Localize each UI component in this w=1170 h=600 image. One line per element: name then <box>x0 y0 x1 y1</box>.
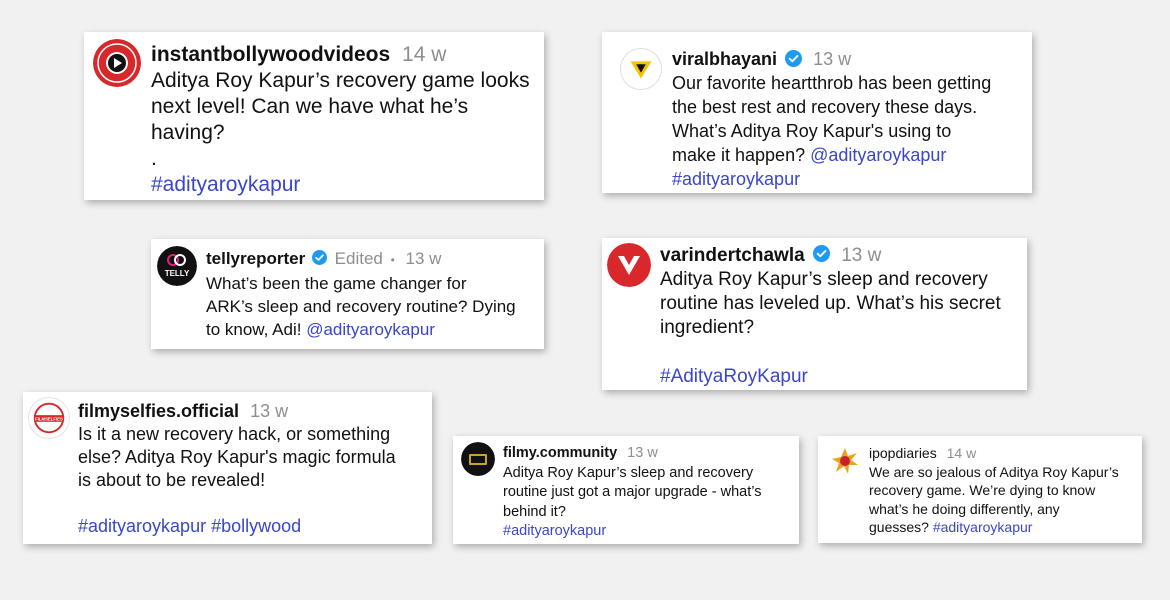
comment-text-line: the best rest and recovery these days. <box>672 97 978 117</box>
username[interactable]: instantbollywoodvideos <box>151 43 390 66</box>
username[interactable]: ipopdiaries <box>869 445 937 461</box>
avatar[interactable] <box>830 446 860 476</box>
verified-badge-icon <box>785 49 803 67</box>
comment-text-line: recovery game. We’re dying to know <box>869 482 1096 498</box>
comment-text-line: What’s Aditya Roy Kapur's using to <box>672 121 952 141</box>
comment-card-ipopdiaries: ipopdiaries 14 w We are so jealous of Ad… <box>818 436 1142 543</box>
avatar-text: TELLY <box>165 269 190 278</box>
comment-text-line: next level! Can we have what he’s <box>151 95 469 118</box>
timestamp[interactable]: 14 w <box>402 43 446 66</box>
comment-card-varindertchawla: varindertchawla 13 w Aditya Roy Kapur’s … <box>602 238 1027 390</box>
mention-link[interactable]: @adityaroykapur <box>306 320 435 339</box>
comment-card-viralbhayani: viralbhayani 13 w Our favorite heartthro… <box>602 32 1032 193</box>
comment-text-line: routine just got a major upgrade - what’… <box>503 484 762 500</box>
comment-text-line: guesses? #adityaroykapur <box>869 519 1033 535</box>
hashtag-link[interactable]: #adityaroykapur <box>151 172 530 198</box>
comment-text-line: What’s been the game changer for <box>206 274 467 293</box>
comment-text-line: Aditya Roy Kapur’s sleep and recovery <box>660 269 988 290</box>
comment-text-line: Is it a new recovery hack, or something <box>78 424 391 444</box>
comment-card-filmy-community: filmy.community 13 w Aditya Roy Kapur’s … <box>453 436 799 544</box>
comment-text-line: ingredient? <box>660 317 755 338</box>
comment-text-line: Aditya Roy Kapur’s recovery game looks <box>151 69 530 92</box>
filmy-selfies-logo-icon: FILMSELFIES <box>29 398 69 438</box>
viral-bhayani-logo-icon <box>621 49 661 89</box>
hashtag-link[interactable]: #adityaroykapur #bollywood <box>78 515 396 538</box>
avatar-text: FILMSELFIES <box>35 416 63 421</box>
avatar[interactable]: TELLY <box>157 246 197 286</box>
timestamp[interactable]: 13 w <box>813 49 851 69</box>
comment-text-line: routine has leveled up. What’s his secre… <box>660 293 1001 314</box>
hashtag-link[interactable]: #adityaroykapur <box>933 519 1033 535</box>
varinder-chawla-logo-icon <box>607 243 651 287</box>
instant-bollywood-logo-icon <box>93 39 141 87</box>
comment-text-line: make it happen? @adityaroykapur <box>672 145 947 165</box>
verified-badge-icon <box>311 250 327 266</box>
hashtag-link[interactable]: #adityaroykapur <box>503 522 761 542</box>
timestamp[interactable]: 13 w <box>250 401 288 421</box>
avatar[interactable]: FILMSELFIES <box>28 397 70 439</box>
timestamp[interactable]: 13 w <box>841 245 881 266</box>
mention-link[interactable]: @adityaroykapur <box>810 145 946 165</box>
timestamp[interactable]: 14 w <box>947 445 977 461</box>
username[interactable]: tellyreporter <box>206 249 305 268</box>
avatar[interactable] <box>93 39 141 87</box>
comment-text-line: is about to be revealed! <box>78 470 266 490</box>
comment-text-line: having? <box>151 121 225 144</box>
separator-dot: • <box>390 253 395 267</box>
avatar[interactable] <box>620 48 662 90</box>
comment-text-line: We are so jealous of Aditya Roy Kapur’s <box>869 463 1119 480</box>
telly-reporter-logo-icon: TELLY <box>157 246 197 286</box>
avatar[interactable] <box>461 442 495 476</box>
username[interactable]: varindertchawla <box>660 245 805 266</box>
username[interactable]: viralbhayani <box>672 49 777 69</box>
edited-label: Edited <box>334 249 383 268</box>
hashtag-link[interactable]: #AdityaRoyKapur <box>660 365 1001 389</box>
hashtag-link[interactable]: #adityaroykapur <box>672 167 991 191</box>
username[interactable]: filmyselfies.official <box>78 401 239 421</box>
username[interactable]: filmy.community <box>503 445 617 461</box>
comment-text-line: to know, Adi! @adityaroykapur <box>206 320 435 339</box>
verified-badge-icon <box>812 245 830 263</box>
comment-card-filmyselfies: FILMSELFIES filmyselfies.official 13 w I… <box>23 392 432 544</box>
comment-text-line: what’s he doing differently, any <box>869 500 1060 517</box>
comment-card-instantbollywoodvideos: instantbollywoodvideos 14 w Aditya Roy K… <box>84 32 544 200</box>
comment-text-line: Our favorite heartthrob has been getting <box>672 73 992 93</box>
comment-text-line: Aditya Roy Kapur’s sleep and recovery <box>503 464 754 481</box>
comment-text-line: ARK’s sleep and recovery routine? Dying <box>206 297 516 316</box>
ipop-diaries-logo-icon <box>830 446 860 476</box>
comment-text-line: behind it? <box>503 503 566 520</box>
comment-card-tellyreporter: TELLY tellyreporter Edited • 13 w What’s… <box>151 239 544 349</box>
comment-text-line: else? Aditya Roy Kapur's magic formula <box>78 447 396 467</box>
filmy-community-logo-icon <box>461 442 495 476</box>
timestamp[interactable]: 13 w <box>627 445 658 461</box>
timestamp[interactable]: 13 w <box>406 249 442 268</box>
comment-text-line: . <box>151 147 157 170</box>
avatar[interactable] <box>607 243 651 287</box>
